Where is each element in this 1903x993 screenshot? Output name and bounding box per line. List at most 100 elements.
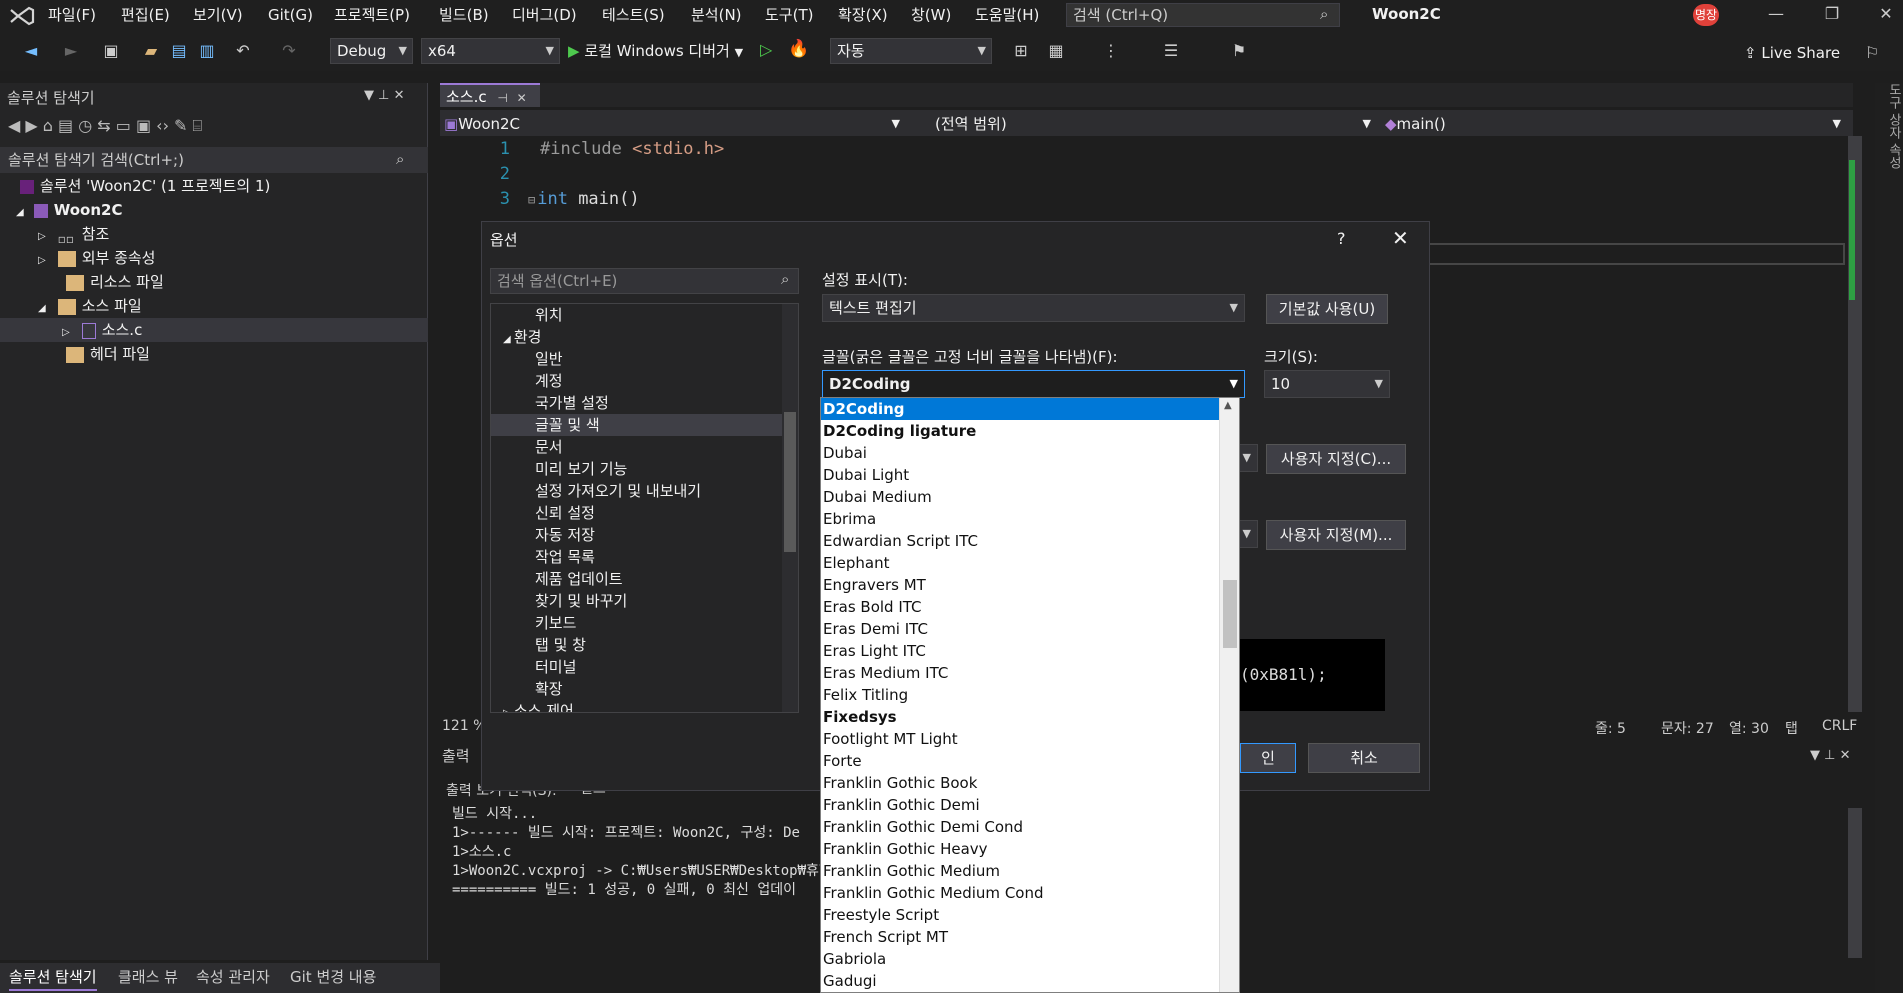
options-tree-item[interactable]: 터미널 — [491, 656, 798, 678]
options-tree-item[interactable]: 찾기 및 바꾸기 — [491, 590, 798, 612]
options-tree-item[interactable]: ▷ 소스 제어 — [491, 700, 798, 712]
hot-reload-icon[interactable]: 🔥 — [788, 39, 809, 59]
font-option[interactable]: Elephant — [821, 552, 1219, 574]
options-tree-item[interactable]: 미리 보기 기능 — [491, 458, 798, 480]
status-char[interactable]: 문자: 27 — [1661, 718, 1714, 738]
open-folder-icon[interactable]: ▰ — [140, 40, 162, 62]
forward-icon[interactable]: ► — [60, 40, 82, 62]
font-option[interactable]: Dubai — [821, 442, 1219, 464]
font-list-scroll-thumb[interactable] — [1223, 580, 1237, 648]
font-option[interactable]: Franklin Gothic Heavy — [821, 838, 1219, 860]
font-option[interactable]: Eras Light ITC — [821, 640, 1219, 662]
nav-project-select[interactable]: ▣Woon2C ▼ — [444, 112, 904, 136]
show-settings-select[interactable]: 텍스트 편집기 ▼ — [822, 294, 1245, 322]
status-col[interactable]: 열: 30 — [1729, 718, 1769, 738]
font-option[interactable]: Ebrima — [821, 508, 1219, 530]
font-option[interactable]: Footlight MT Light — [821, 728, 1219, 750]
font-option[interactable]: Gabriola — [821, 948, 1219, 970]
font-option[interactable]: Freestyle Script — [821, 904, 1219, 926]
options-tree-item[interactable]: 일반 — [491, 348, 798, 370]
panel-options-icon[interactable]: ▼ ⊥ ✕ — [364, 88, 404, 103]
options-tree-item[interactable]: 위치 — [491, 304, 798, 326]
tree-item-source-c[interactable]: ▷ 소스.c — [0, 318, 428, 342]
font-option[interactable]: Dubai Light — [821, 464, 1219, 486]
scroll-up-icon[interactable]: ▲ — [1224, 400, 1232, 411]
back-icon[interactable]: ◄ — [20, 40, 42, 62]
options-search-icon[interactable]: ⌕ — [781, 270, 789, 288]
menu-item[interactable]: 테스트(S) — [602, 4, 665, 26]
nav-scope-select[interactable]: (전역 범위) ▼ — [935, 112, 1375, 136]
menu-item[interactable]: Git(G) — [268, 4, 313, 26]
save-all-icon[interactable]: ▥ — [196, 40, 218, 62]
font-select[interactable]: D2Coding ▼ — [822, 370, 1245, 398]
use-defaults-button[interactable]: 기본값 사용(U) — [1266, 294, 1388, 324]
options-tree-item[interactable]: 글꼴 및 색 — [491, 414, 798, 436]
font-option[interactable]: Forte — [821, 750, 1219, 772]
tree-item-source-files[interactable]: ◢ 소스 파일 — [0, 294, 428, 318]
visual-studio-logo-icon[interactable] — [9, 6, 35, 30]
size-select[interactable]: 10 ▼ — [1264, 370, 1390, 398]
font-option[interactable]: Edwardian Script ITC — [821, 530, 1219, 552]
solution-search-icon[interactable]: ⌕ — [396, 150, 404, 168]
help-icon[interactable]: ? — [1337, 229, 1346, 248]
options-tree-scroll-thumb[interactable] — [784, 412, 796, 552]
menu-item[interactable]: 파일(F) — [48, 4, 96, 26]
right-tool-strip[interactable]: 도구 상자 속성 — [1875, 83, 1903, 993]
minimize-icon[interactable]: — — [1761, 4, 1791, 26]
comment-icon[interactable]: ☰ — [1160, 40, 1182, 62]
tree-item-external-dependencies[interactable]: ▷ 외부 종속성 — [0, 246, 428, 270]
restore-icon[interactable]: ❐ — [1817, 4, 1847, 26]
options-tree-item[interactable]: 확장 — [491, 678, 798, 700]
tab-solution-explorer[interactable]: 솔루션 탐색기 — [9, 963, 97, 991]
tab-git-changes[interactable]: Git 변경 내용 — [290, 963, 376, 991]
menu-item[interactable]: 도움말(H) — [975, 4, 1039, 26]
menu-item[interactable]: 편집(E) — [121, 4, 170, 26]
live-share-button[interactable]: ⇪ Live Share — [1744, 44, 1840, 62]
custom-foreground-button[interactable]: 사용자 지정(C)... — [1266, 444, 1406, 474]
menu-item[interactable]: 도구(T) — [765, 4, 813, 26]
font-option[interactable]: Eras Demi ITC — [821, 618, 1219, 640]
options-tree-item[interactable]: 제품 업데이트 — [491, 568, 798, 590]
expand-icon[interactable]: ◢ — [503, 334, 514, 345]
menu-item[interactable]: 디버그(D) — [512, 4, 577, 26]
font-option[interactable]: D2Coding ligature — [821, 420, 1219, 442]
ok-button[interactable]: 인 — [1240, 743, 1296, 773]
font-option[interactable]: Engravers MT — [821, 574, 1219, 596]
font-option[interactable]: French Script MT — [821, 926, 1219, 948]
font-option[interactable]: Eras Bold ITC — [821, 596, 1219, 618]
menu-item[interactable]: 보기(V) — [193, 4, 243, 26]
options-tree-item[interactable]: 문서 — [491, 436, 798, 458]
status-line[interactable]: 줄: 5 — [1595, 718, 1626, 738]
tree-item-references[interactable]: ▷ ▫▫ 참조 — [0, 222, 428, 246]
font-option[interactable]: Franklin Gothic Medium — [821, 860, 1219, 882]
start-without-debugging-icon[interactable]: ▷ — [760, 40, 772, 59]
tree-item-header-files[interactable]: 헤더 파일 — [0, 342, 428, 366]
new-project-icon[interactable]: ▣ — [100, 40, 122, 62]
zoom-level[interactable]: 121 % — [442, 718, 486, 734]
menu-item[interactable]: 분석(N) — [691, 4, 742, 26]
tab-class-view[interactable]: 클래스 뷰 — [118, 963, 178, 991]
font-option[interactable]: Dubai Medium — [821, 486, 1219, 508]
font-option[interactable]: Franklin Gothic Demi — [821, 794, 1219, 816]
tree-item-project[interactable]: ◢ Woon2C — [0, 198, 428, 222]
toolbar-tool-icon-1[interactable]: ⊞ — [1010, 40, 1032, 62]
feedback-icon[interactable]: ⚐ — [1865, 43, 1879, 62]
nav-member-select[interactable]: ◆main() ▼ — [1385, 112, 1845, 136]
tab-property-manager[interactable]: 속성 관리자 — [196, 963, 270, 991]
font-option[interactable]: D2Coding — [821, 398, 1219, 420]
user-avatar[interactable]: 명장 — [1693, 4, 1719, 26]
font-option[interactable]: Franklin Gothic Book — [821, 772, 1219, 794]
collapse-icon[interactable]: ⊟ — [528, 193, 535, 207]
options-tree-item[interactable]: ◢ 환경 — [491, 326, 798, 348]
tab-source-c[interactable]: 소스.c ⊣ ✕ — [440, 83, 540, 107]
font-option[interactable]: Franklin Gothic Demi Cond — [821, 816, 1219, 838]
font-option[interactable]: Felix Titling — [821, 684, 1219, 706]
status-eol[interactable]: CRLF — [1822, 718, 1857, 734]
solution-search-input[interactable]: 솔루션 탐색기 검색(Ctrl+;) — [0, 147, 428, 173]
menu-item[interactable]: 빌드(B) — [439, 4, 489, 26]
menu-item[interactable]: 확장(X) — [838, 4, 888, 26]
debug-mode-select[interactable]: 자동 ▼ — [830, 38, 992, 64]
undo-icon[interactable]: ↶ — [232, 40, 254, 62]
configuration-select[interactable]: Debug ▼ — [330, 38, 413, 64]
output-panel-controls-icon[interactable]: ▼ ⊥ ✕ — [1810, 748, 1850, 763]
